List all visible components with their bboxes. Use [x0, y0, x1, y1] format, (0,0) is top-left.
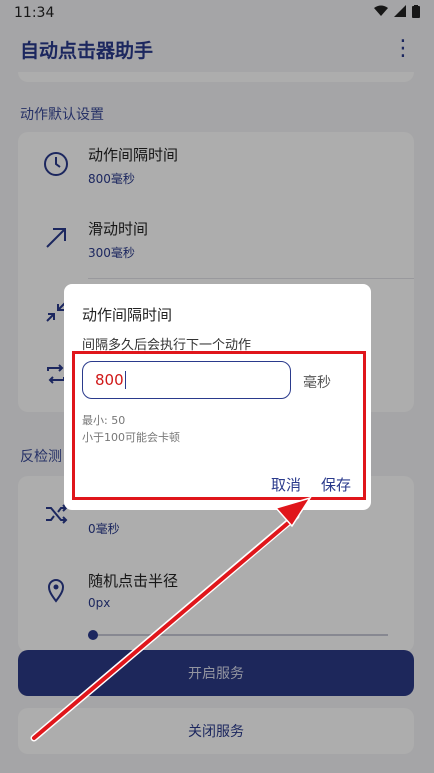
- unit-label: 毫秒: [303, 375, 331, 391]
- interval-input-value: 800: [95, 371, 124, 389]
- save-button[interactable]: 保存: [321, 474, 351, 495]
- interval-dialog: 动作间隔时间 间隔多久后会执行下一个动作 800 毫秒 最小: 50 小于100…: [64, 284, 371, 510]
- hint-warning: 小于100可能会卡顿: [82, 431, 180, 444]
- hint-min: 最小: 50: [82, 414, 126, 427]
- text-cursor: [124, 371, 127, 389]
- interval-input[interactable]: 800: [82, 361, 291, 399]
- cancel-button[interactable]: 取消: [271, 474, 301, 495]
- dialog-title: 动作间隔时间: [82, 306, 173, 324]
- dialog-description: 间隔多久后会执行下一个动作: [82, 338, 252, 353]
